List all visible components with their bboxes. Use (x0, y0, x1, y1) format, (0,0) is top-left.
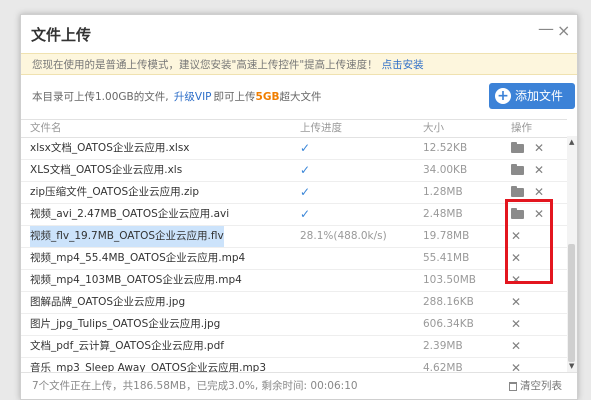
close-icon[interactable]: ✕ (511, 270, 521, 291)
check-icon: ✓ (300, 141, 311, 155)
scroll-up-icon[interactable]: ▲ (569, 138, 574, 146)
file-name: 视频_mp4_55.4MB_OATOS企业云应用.mp4 (30, 252, 246, 264)
close-icon[interactable]: ✕ (534, 204, 544, 225)
install-link[interactable]: 点击安装 (382, 59, 424, 71)
scroll-down-icon[interactable]: ▼ (569, 362, 574, 370)
file-row[interactable]: 图解品牌_OATOS企业云应用.jpg 288.16KB ✕ (21, 292, 567, 314)
close-button[interactable]: × (557, 23, 570, 39)
file-name: 音乐_mp3_Sleep Away_OATOS企业云应用.mp3 (30, 362, 267, 372)
scrollbar[interactable]: ▲ ▼ (567, 136, 577, 372)
check-icon: ✓ (300, 185, 311, 199)
header-name: 文件名 (30, 122, 62, 134)
row-actions: ✕ (511, 292, 521, 314)
row-actions: ✕ (511, 226, 521, 248)
upload-mode-notice: 您现在使用的是普通上传模式，建议您安装"高速上传控件"提高上传速度！ 点击安装 (21, 53, 577, 75)
plus-icon: + (495, 88, 511, 104)
row-actions: ✕ (511, 336, 521, 358)
file-row[interactable]: 音乐_mp3_Sleep Away_OATOS企业云应用.mp3 4.62MB ✕ (21, 358, 567, 372)
quota-big-size: 5GB (255, 91, 280, 103)
folder-icon[interactable] (511, 142, 524, 153)
close-icon[interactable]: ✕ (534, 160, 544, 181)
file-row[interactable]: 视频_avi_2.47MB_OATOS企业云应用.avi ✓ 2.48MB ✕ (21, 204, 567, 226)
file-name: 视频_avi_2.47MB_OATOS企业云应用.avi (30, 208, 230, 220)
row-actions: ✕ (511, 270, 521, 292)
row-actions: ✕ (511, 358, 521, 372)
quota-info: 本目录可上传1.00GB的文件, 升级VIP 即可上传5GB超大文件 (32, 89, 321, 104)
notice-text: 您现在使用的是普通上传模式，建议您安装"高速上传控件"提高上传速度！ (32, 59, 378, 71)
header-size: 大小 (423, 122, 444, 134)
file-name: 视频_mp4_103MB_OATOS企业云应用.mp4 (30, 274, 242, 286)
row-actions: ✕ (511, 182, 544, 204)
file-row[interactable]: 视频_mp4_55.4MB_OATOS企业云应用.mp4 55.41MB ✕ (21, 248, 567, 270)
file-list: xlsx文档_OATOS企业云应用.xlsx ✓ 12.52KB ✕ XLS文档_OAT… (21, 138, 567, 372)
file-row[interactable]: xlsx文档_OATOS企业云应用.xlsx ✓ 12.52KB ✕ (21, 138, 567, 160)
quota-middle: 即可上传 (213, 91, 256, 103)
check-icon: ✓ (300, 163, 311, 177)
dialog-title: 文件上传 (31, 26, 92, 44)
close-icon[interactable]: ✕ (534, 182, 544, 203)
close-icon[interactable]: ✕ (534, 138, 544, 159)
close-icon[interactable]: ✕ (511, 358, 521, 372)
file-size: 606.34KB (423, 318, 474, 330)
folder-icon[interactable] (511, 186, 524, 197)
upload-status: 7个文件正在上传，共186.58MB，已完成3.0%, 剩余时间: 00:06:… (32, 380, 358, 392)
quota-prefix: 本目录可上传1.00GB的文件, (32, 91, 169, 103)
file-size: 2.39MB (423, 340, 463, 352)
upload-dialog: 文件上传 — × 您现在使用的是普通上传模式，建议您安装"高速上传控件"提高上传… (20, 14, 578, 400)
row-actions: ✕ (511, 160, 544, 182)
file-name: XLS文档_OATOS企业云应用.xls (30, 164, 183, 176)
close-icon[interactable]: ✕ (511, 292, 521, 313)
close-icon[interactable]: ✕ (511, 336, 521, 357)
file-row[interactable]: zip压缩文件_OATOS企业云应用.zip ✓ 1.28MB ✕ (21, 182, 567, 204)
row-actions: ✕ (511, 138, 544, 160)
header-ops: 操作 (511, 122, 532, 134)
file-size: 288.16KB (423, 296, 474, 308)
row-actions: ✕ (511, 314, 521, 336)
file-row[interactable]: XLS文档_OATOS企业云应用.xls ✓ 34.00KB ✕ (21, 160, 567, 182)
trash-icon (509, 381, 517, 391)
minimize-button[interactable]: — (538, 21, 554, 37)
file-row[interactable]: 图片_jpg_Tulips_OATOS企业云应用.jpg 606.34KB ✕ (21, 314, 567, 336)
header-progress: 上传进度 (300, 122, 342, 134)
upgrade-vip-link[interactable]: 升级VIP (174, 91, 212, 103)
file-name: zip压缩文件_OATOS企业云应用.zip (30, 186, 200, 198)
scroll-thumb[interactable] (568, 244, 575, 362)
upload-progress: 28.1%(488.0k/s) (300, 230, 387, 242)
close-icon[interactable]: ✕ (511, 248, 521, 269)
close-icon[interactable]: ✕ (511, 314, 521, 335)
file-name: 图片_jpg_Tulips_OATOS企业云应用.jpg (30, 318, 221, 330)
add-file-button[interactable]: + 添加文件 (489, 83, 575, 109)
file-row[interactable]: 视频_flv_19.7MB_OATOS企业云应用.flv 28.1%(488.0k… (21, 226, 567, 248)
row-actions: ✕ (511, 248, 521, 270)
close-icon[interactable]: ✕ (511, 226, 521, 247)
clear-list-label: 清空列表 (520, 380, 562, 392)
footer: 7个文件正在上传，共186.58MB，已完成3.0%, 剩余时间: 00:06:… (21, 372, 577, 400)
add-file-label: 添加文件 (515, 89, 564, 103)
file-size: 34.00KB (423, 164, 468, 176)
file-name: 文档_pdf_云计算_OATOS企业云应用.pdf (30, 340, 224, 352)
file-name: 视频_flv_19.7MB_OATOS企业云应用.flv (30, 226, 224, 247)
file-name: 图解品牌_OATOS企业云应用.jpg (30, 296, 186, 308)
check-icon: ✓ (300, 207, 311, 221)
title-bar: 文件上传 — × (21, 15, 577, 51)
file-size: 4.62MB (423, 362, 463, 372)
file-name: xlsx文档_OATOS企业云应用.xlsx (30, 142, 190, 154)
file-size: 55.41MB (423, 252, 470, 264)
file-size: 19.78MB (423, 230, 470, 242)
quota-suffix: 超大文件 (279, 91, 322, 103)
clear-list-button[interactable]: 清空列表 (509, 373, 562, 400)
file-size: 1.28MB (423, 186, 463, 198)
file-size: 2.48MB (423, 208, 463, 220)
row-actions: ✕ (511, 204, 544, 226)
folder-icon[interactable] (511, 164, 524, 175)
folder-icon[interactable] (511, 208, 524, 219)
file-row[interactable]: 文档_pdf_云计算_OATOS企业云应用.pdf 2.39MB ✕ (21, 336, 567, 358)
file-size: 12.52KB (423, 142, 468, 154)
file-size: 103.50MB (423, 274, 477, 286)
table-header: 文件名 上传进度 大小 操作 (21, 119, 567, 138)
file-row[interactable]: 视频_mp4_103MB_OATOS企业云应用.mp4 103.50MB ✕ (21, 270, 567, 292)
